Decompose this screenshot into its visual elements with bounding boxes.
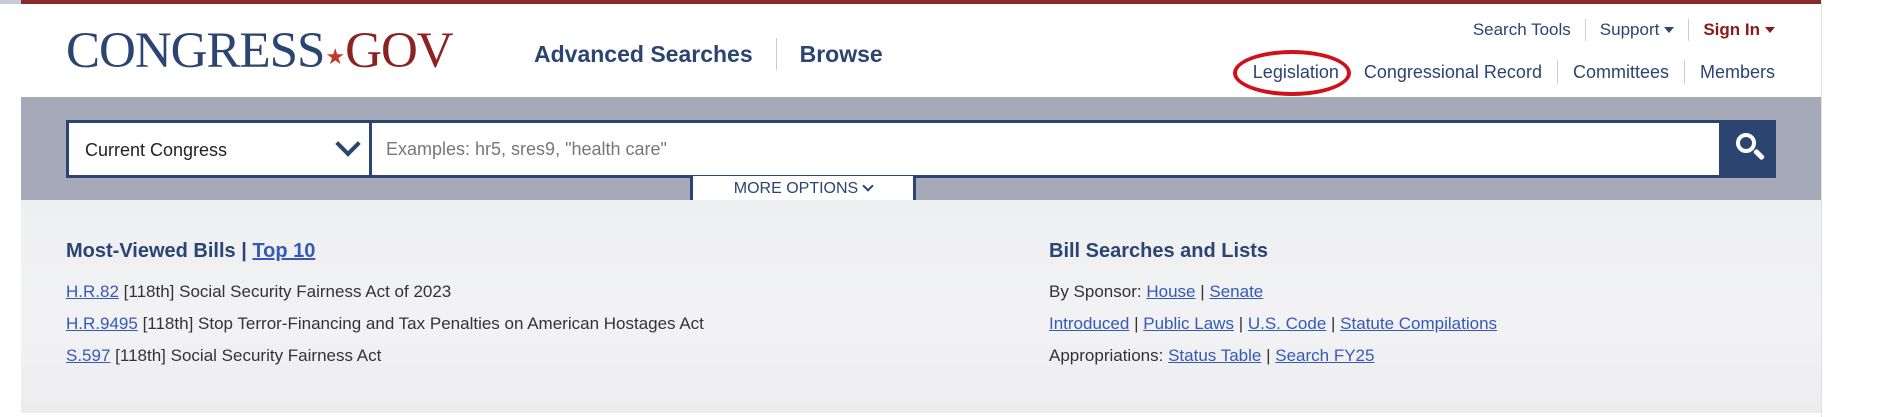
nav-divider [1683, 60, 1685, 84]
nav-divider [1688, 19, 1690, 41]
bill-searches-heading: Bill Searches and Lists [1049, 240, 1268, 262]
separator: | [1331, 314, 1336, 333]
separator: | [1200, 282, 1205, 301]
statute-compilations-link[interactable]: Statute Compilations [1340, 314, 1497, 333]
caret-down-icon [1765, 26, 1775, 33]
scope-value: Current Congress [85, 140, 228, 160]
chevron-down-icon [862, 180, 874, 192]
bill-link[interactable]: H.R.9495 [66, 314, 138, 333]
browse-link[interactable]: Browse [800, 41, 883, 68]
nav-divider [1351, 60, 1352, 84]
nav-divider [775, 38, 777, 70]
by-sponsor-label: By Sponsor: [1049, 282, 1142, 301]
us-code-link[interactable]: U.S. Code [1248, 314, 1326, 333]
bill-congress: [118th] [123, 282, 175, 301]
separator: | [1238, 314, 1244, 333]
top-10-link[interactable]: Top 10 [252, 240, 315, 262]
introduced-link[interactable]: Introduced [1049, 314, 1129, 333]
highlight-ellipse [1232, 49, 1351, 96]
caret-down-icon [1664, 26, 1675, 33]
section-nav: Legislation Congressional Record Committ… [1232, 49, 1775, 96]
bill-link[interactable]: S.597 [66, 346, 110, 365]
committees-link[interactable]: Committees [1573, 62, 1669, 83]
utility-nav: Search Tools Support Sign In [1473, 19, 1775, 41]
list-item: H.R.9495 [118th] Stop Terror-Financing a… [66, 314, 704, 334]
public-laws-link[interactable]: Public Laws [1143, 314, 1234, 333]
bill-title: Social Security Fairness Act [170, 346, 382, 365]
search-icon [1736, 133, 1756, 153]
sign-in-label: Sign In [1703, 20, 1760, 39]
nav-divider [1556, 60, 1558, 84]
house-link[interactable]: House [1146, 282, 1195, 301]
separator: | [1266, 346, 1271, 365]
bill-searches-lists: Bill Searches and Lists By Sponsor: Hous… [1049, 240, 1497, 378]
congressional-record-link[interactable]: Congressional Record [1364, 62, 1542, 83]
advanced-searches-link[interactable]: Advanced Searches [534, 41, 753, 68]
logo-part-gov: GOV [345, 23, 453, 79]
most-viewed-heading: Most-Viewed Bills | Top 10 [66, 240, 704, 263]
appropriations-label: Appropriations: [1049, 346, 1164, 365]
bill-title: Social Security Fairness Act of 2023 [179, 282, 452, 301]
appropriations-row: Appropriations: Status Table | Search FY… [1049, 346, 1497, 366]
nav-divider [1584, 19, 1586, 41]
search-button[interactable] [1722, 120, 1776, 178]
congress-scope-select[interactable]: Current Congress [66, 120, 372, 178]
bill-congress: [118th] [142, 314, 194, 333]
support-menu[interactable]: Support [1600, 20, 1675, 40]
status-table-link[interactable]: Status Table [1168, 346, 1261, 365]
support-label: Support [1599, 20, 1660, 39]
search-tools-link[interactable]: Search Tools [1473, 20, 1571, 40]
legislation-item: Legislation [1232, 49, 1351, 96]
search-icon-handle [1752, 148, 1766, 161]
bill-link[interactable]: H.R.82 [66, 282, 119, 301]
logo-star-icon: ★ [325, 44, 345, 69]
chevron-down-icon [335, 131, 361, 157]
senate-link[interactable]: Senate [1209, 282, 1263, 301]
collections-row: Introduced | Public Laws | U.S. Code | S… [1049, 314, 1497, 334]
more-options-label: MORE OPTIONS [733, 180, 859, 197]
main-nav: Advanced Searches Browse [534, 38, 883, 70]
search-input[interactable] [372, 120, 1722, 178]
most-viewed-title: Most-Viewed Bills | [66, 240, 247, 262]
congress-gov-logo[interactable]: CONGRESS★GOV [66, 23, 454, 79]
list-item: S.597 [118th] Social Security Fairness A… [66, 346, 704, 366]
logo-part-congress: CONGRESS [66, 23, 325, 79]
by-sponsor-row: By Sponsor: House | Senate [1049, 282, 1497, 302]
page-margin [1821, 0, 1896, 417]
separator: | [1134, 314, 1139, 333]
list-item: H.R.82 [118th] Social Security Fairness … [66, 282, 704, 302]
bill-title: Stop Terror-Financing and Tax Penalties … [198, 314, 704, 333]
search-fy25-link[interactable]: Search FY25 [1275, 346, 1374, 365]
sign-in-menu[interactable]: Sign In [1703, 20, 1775, 40]
members-link[interactable]: Members [1700, 62, 1775, 83]
page-edge-line [1821, 0, 1822, 417]
most-viewed-bills: Most-Viewed Bills | Top 10 H.R.82 [118th… [66, 240, 704, 378]
bill-congress: [118th] [115, 346, 166, 365]
